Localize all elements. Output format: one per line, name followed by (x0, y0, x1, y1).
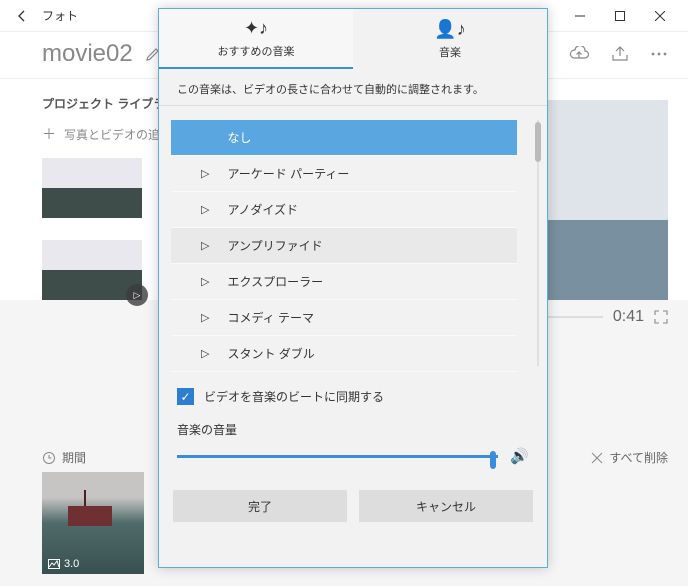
play-overlay-icon: ▷ (126, 284, 148, 306)
play-icon: ▷ (201, 203, 209, 216)
close-button[interactable] (640, 2, 680, 30)
music-hint: この音楽は、ビデオの長さに合わせて自動的に調整されます。 (159, 69, 547, 106)
music-item-label: エクスプローラー (227, 273, 323, 290)
sparkle-notes-icon: ✦♪ (244, 18, 268, 39)
sync-checkbox-row[interactable]: ✓ ビデオを音楽のビートに同期する (159, 372, 547, 405)
maximize-button[interactable] (600, 2, 640, 30)
cloud-icon[interactable] (568, 46, 590, 62)
volume-label: 音楽の音量 (159, 405, 547, 444)
music-item-label: コメディ テーマ (227, 309, 314, 326)
play-icon: ▷ (201, 275, 209, 288)
back-button[interactable] (8, 2, 36, 30)
volume-row: 🔊 (159, 444, 547, 468)
plus-icon: ＋ (42, 124, 56, 144)
music-item-label: アーケード パーティー (227, 165, 349, 182)
project-title: movie02 (42, 40, 133, 68)
app-title: フォト (42, 7, 78, 24)
play-icon: ▷ (201, 167, 209, 180)
more-icon[interactable] (650, 51, 668, 57)
add-media-label: 写真とビデオの追加 (64, 126, 172, 143)
duration-label: 0:41 (613, 308, 644, 326)
tab-bar: ✦♪ おすすめの音楽 👤♪ 音楽 (159, 9, 547, 69)
tab-recommended[interactable]: ✦♪ おすすめの音楽 (159, 9, 353, 69)
music-item[interactable]: ▷なし (171, 120, 517, 156)
sync-label: ビデオを音楽のビートに同期する (204, 388, 384, 405)
timeline-clip[interactable]: 3.0 (42, 472, 144, 574)
duration-button[interactable]: 期間 (42, 449, 86, 466)
minimize-button[interactable] (560, 2, 600, 30)
music-item-label: なし (227, 129, 251, 146)
tab-my-music[interactable]: 👤♪ 音楽 (353, 9, 547, 69)
music-dialog: ✦♪ おすすめの音楽 👤♪ 音楽 この音楽は、ビデオの長さに合わせて自動的に調整… (158, 8, 548, 568)
clear-all-button[interactable]: すべて削除 (591, 449, 668, 466)
checkbox-checked-icon[interactable]: ✓ (177, 388, 194, 405)
clip-duration: 3.0 (64, 558, 79, 570)
library-thumb[interactable]: ▷ (42, 240, 142, 300)
play-icon: ▷ (201, 347, 209, 360)
music-item[interactable]: ▷ コメディ テーマ (171, 300, 517, 336)
speaker-icon[interactable]: 🔊 (510, 447, 529, 465)
fullscreen-icon[interactable] (654, 310, 668, 324)
music-item[interactable]: ▷ アノダイズド (171, 192, 517, 228)
done-button[interactable]: 完了 (173, 490, 347, 522)
music-item-label: アノダイズド (227, 201, 298, 218)
scrollbar-thumb[interactable] (535, 122, 541, 162)
music-list: ▷なし▷アーケード パーティー▷アノダイズド▷アンプリファイド▷エクスプローラー… (159, 106, 547, 366)
music-item[interactable]: ▷ エクスプローラー (171, 264, 517, 300)
volume-slider[interactable] (177, 444, 498, 468)
music-item[interactable]: ▷ アンプリファイド (171, 228, 517, 264)
music-item-label: アンプリファイド (227, 237, 322, 254)
play-icon: ▷ (201, 239, 209, 252)
cancel-button[interactable]: キャンセル (359, 490, 533, 522)
play-icon: ▷ (201, 311, 209, 324)
dialog-buttons: 完了 キャンセル (159, 468, 547, 532)
music-item[interactable]: ▷ アーケード パーティー (171, 156, 517, 192)
image-icon (48, 559, 60, 569)
app-window: フォト movie02 プロジェクト ライブラリ ＋ 写真とビデオの追加 ▷ (0, 0, 688, 586)
person-notes-icon: 👤♪ (434, 19, 465, 40)
share-icon[interactable] (610, 46, 630, 62)
music-item[interactable]: ▷ スタント ダブル (171, 336, 517, 372)
music-item-label: スタント ダブル (227, 345, 314, 362)
library-thumb[interactable] (42, 158, 142, 218)
